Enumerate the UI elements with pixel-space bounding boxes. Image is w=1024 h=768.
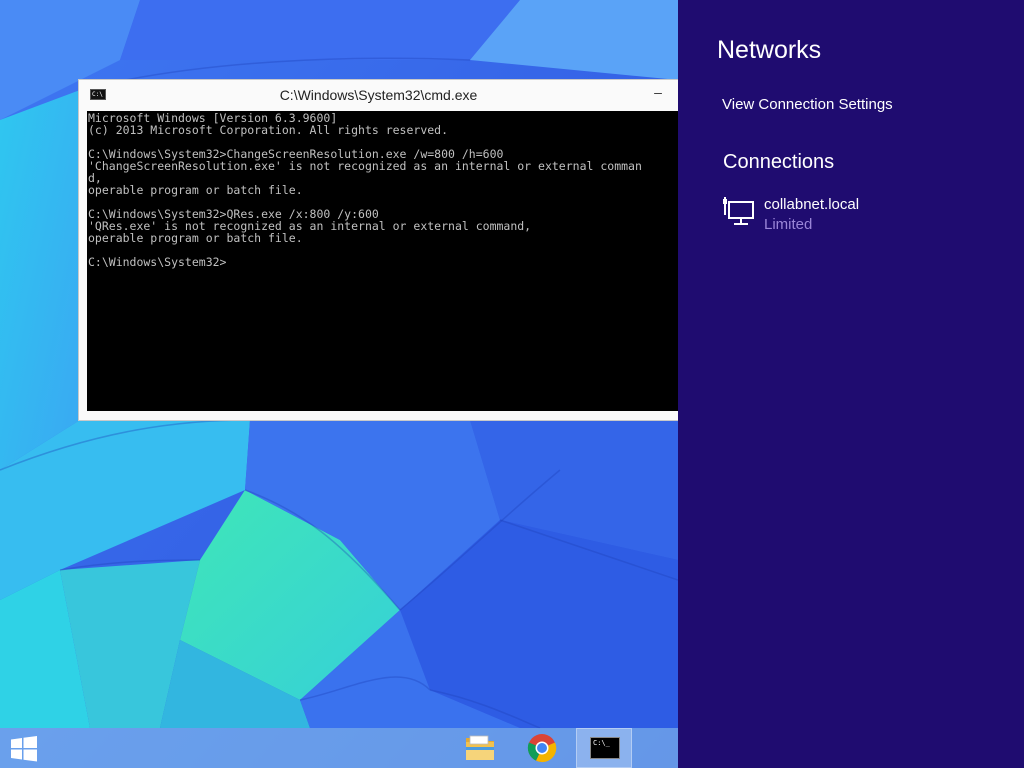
taskbar-command-prompt[interactable]: C:\_ [576, 728, 632, 768]
window-title: C:\Windows\System32\cmd.exe [279, 87, 478, 103]
taskbar: C:\_ [0, 728, 678, 768]
chrome-icon [527, 734, 557, 763]
console-prompt: C:\Windows\System32> [88, 255, 227, 269]
console-line: operable program or batch file. [88, 231, 303, 245]
file-explorer-icon [466, 735, 494, 760]
connections-heading: Connections [723, 151, 835, 173]
taskbar-file-explorer[interactable] [452, 728, 508, 768]
windows-start-icon[interactable] [10, 736, 38, 762]
console-line: operable program or batch file. [88, 183, 303, 197]
console-line: 'ChangeScreenResolution.exe' is not reco… [88, 159, 642, 173]
view-connection-settings-link[interactable]: View Connection Settings [722, 96, 893, 113]
networks-charm-panel: Networks View Connection Settings Connec… [678, 0, 1024, 768]
minimize-button[interactable]: – [648, 82, 668, 102]
connection-item[interactable]: collabnet.local Limited [722, 193, 982, 239]
panel-title: Networks [717, 36, 822, 64]
console-line: (c) 2013 Microsoft Corporation. All righ… [88, 123, 449, 137]
command-prompt-icon: C:\_ [590, 737, 620, 759]
cmd-window[interactable]: C:\ C:\Windows\System32\cmd.exe – Micros… [79, 80, 678, 420]
connection-name: collabnet.local [764, 196, 860, 213]
connection-status: Limited [764, 216, 813, 233]
wired-network-icon [723, 197, 754, 225]
taskbar-chrome[interactable] [514, 728, 570, 768]
cmd-titlebar[interactable]: C:\ C:\Windows\System32\cmd.exe – [79, 80, 678, 110]
console-output[interactable]: Microsoft Windows [Version 6.3.9600] (c)… [87, 111, 678, 411]
